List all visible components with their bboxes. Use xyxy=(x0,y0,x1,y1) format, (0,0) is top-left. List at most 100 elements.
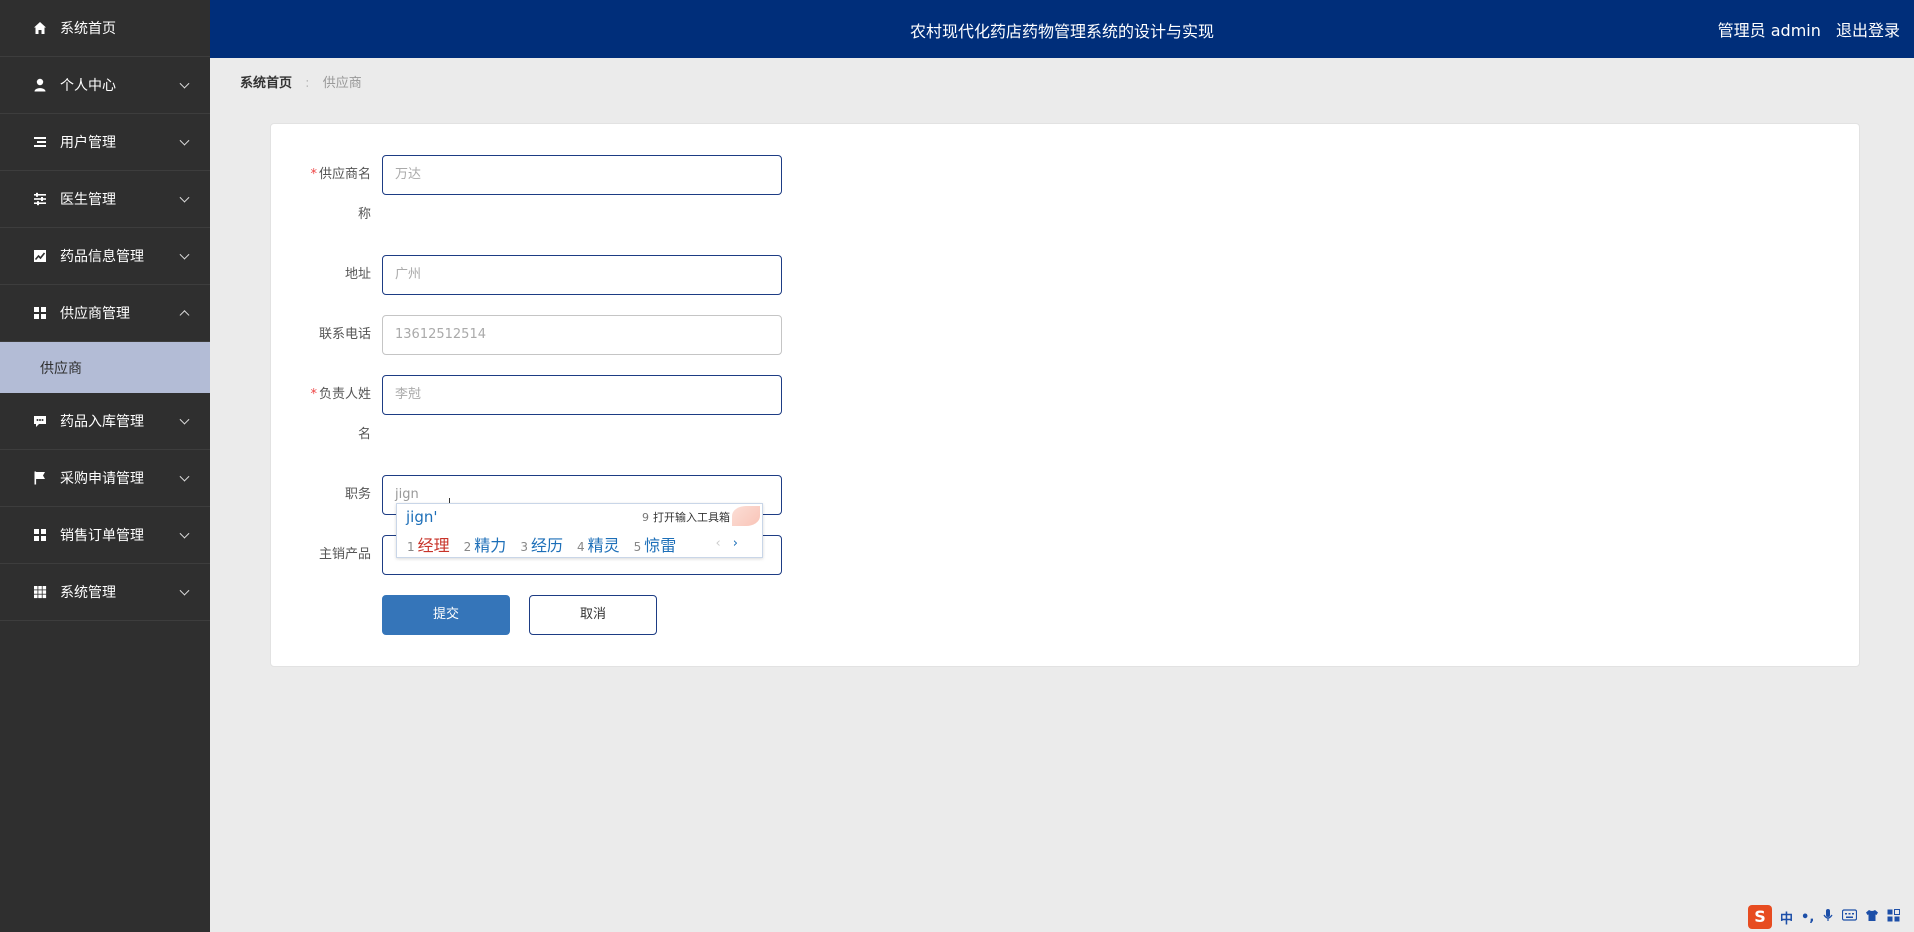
toolbox-grid-icon[interactable] xyxy=(1887,908,1901,926)
address-label: 地址 xyxy=(344,267,371,282)
breadcrumb: 系统首页 : 供应商 xyxy=(240,72,362,91)
phone-input[interactable]: 13612512514 xyxy=(382,315,782,355)
sidebar-item-profile[interactable]: 个人中心 xyxy=(0,57,210,114)
sidebar-item-stock-in[interactable]: 药品入库管理 xyxy=(0,393,210,450)
required-mark: * xyxy=(310,167,317,182)
ime-toolbox-link[interactable]: 9 打开输入工具箱 xyxy=(642,509,730,525)
ime-candidate-num: 4 xyxy=(576,540,585,554)
sidebar-item-label: 供应商管理 xyxy=(60,306,130,322)
cancel-button[interactable]: 取消 xyxy=(529,595,657,635)
ime-candidate[interactable]: 5 惊雷 xyxy=(634,532,677,556)
ime-candidate[interactable]: 1 经理 xyxy=(407,532,450,556)
submit-button[interactable]: 提交 xyxy=(382,595,510,635)
ime-prev-icon[interactable]: ‹ xyxy=(715,536,720,551)
breadcrumb-current: 供应商 xyxy=(322,76,362,91)
list-icon xyxy=(32,134,48,150)
chevron-down-icon xyxy=(179,249,190,260)
ime-candidate-window: jign' 9 打开输入工具箱 1 经理 2 精力 3 经历 4 精灵 5 惊雷 ‹ › xyxy=(396,503,763,558)
ime-candidate[interactable]: 2 精力 xyxy=(464,532,507,556)
ime-next-icon[interactable]: › xyxy=(733,536,738,551)
ime-candidate-text: 经理 xyxy=(417,536,450,555)
sidebar: 系统首页 个人中心 用户管理 医生管理 药品信息管理 供应商管理 供应商 药品入… xyxy=(0,0,210,932)
chevron-down-icon xyxy=(179,78,190,89)
required-mark: * xyxy=(310,387,317,402)
chevron-down-icon xyxy=(179,471,190,482)
address-input[interactable]: 广州 xyxy=(382,255,782,295)
sogou-logo-icon[interactable]: S xyxy=(1748,905,1772,929)
contact-name-label-text: 负责人姓 xyxy=(318,387,371,402)
contact-name-label-line2: 名 xyxy=(357,427,371,442)
ime-lang-toggle[interactable]: 中 xyxy=(1780,908,1793,927)
ime-candidate[interactable]: 3 经历 xyxy=(520,532,563,556)
ime-brand-mark-icon xyxy=(732,506,760,526)
ime-candidates: 1 经理 2 精力 3 经历 4 精灵 5 惊雷 xyxy=(407,532,690,556)
sidebar-item-label: 系统首页 xyxy=(60,21,116,37)
top-header: 农村现代化药店药物管理系统的设计与实现 管理员 admin 退出登录 xyxy=(210,0,1914,58)
chat-icon xyxy=(32,413,48,429)
microphone-icon[interactable] xyxy=(1822,908,1834,926)
sidebar-item-label: 采购申请管理 xyxy=(60,471,144,487)
sidebar-item-home[interactable]: 系统首页 xyxy=(0,0,210,57)
ime-candidate-num: 5 xyxy=(633,540,642,554)
skin-shirt-icon[interactable] xyxy=(1865,909,1879,926)
ime-punct-toggle[interactable]: •, xyxy=(1801,910,1814,925)
app-title: 农村现代化药店药物管理系统的设计与实现 xyxy=(909,22,1214,41)
supplier-name-label-line2: 称 xyxy=(357,207,371,222)
home-icon xyxy=(32,20,48,36)
ime-candidate-text: 精力 xyxy=(474,536,507,555)
chevron-up-icon xyxy=(179,310,190,321)
sidebar-item-system[interactable]: 系统管理 xyxy=(0,564,210,621)
sidebar-item-doctors[interactable]: 医生管理 xyxy=(0,171,210,228)
chevron-down-icon xyxy=(179,585,190,596)
ime-candidate-num: 1 xyxy=(407,540,415,554)
user-icon xyxy=(32,77,48,93)
grid-icon xyxy=(32,305,48,321)
ime-toolbox-num: 9 xyxy=(642,511,649,524)
ime-candidate[interactable]: 4 精灵 xyxy=(577,532,620,556)
position-label: 职务 xyxy=(344,487,371,502)
sidebar-item-label: 医生管理 xyxy=(60,192,116,208)
contact-name-input[interactable]: 李尅 xyxy=(382,375,782,415)
breadcrumb-separator: : xyxy=(305,76,310,91)
sidebar-item-suppliers[interactable]: 供应商管理 xyxy=(0,285,210,342)
phone-label: 联系电话 xyxy=(318,327,371,342)
flag-icon xyxy=(32,470,48,486)
supplier-name-label: * 供应商名 称 xyxy=(301,155,371,223)
sidebar-item-label: 销售订单管理 xyxy=(60,528,144,544)
ime-tray: S 中 •, xyxy=(1742,902,1914,932)
ime-candidate-num: 2 xyxy=(463,540,472,554)
contact-name-label: * 负责人姓 名 xyxy=(301,375,371,443)
main-product-label: 主销产品 xyxy=(318,547,371,562)
grid-icon xyxy=(32,527,48,543)
user-label: 管理员 admin xyxy=(1717,21,1821,40)
ime-toolbox-label: 打开输入工具箱 xyxy=(653,511,730,524)
ime-candidate-text: 经历 xyxy=(530,536,563,555)
sidebar-item-sales[interactable]: 销售订单管理 xyxy=(0,507,210,564)
supplier-name-input[interactable]: 万达 xyxy=(382,155,782,195)
table-icon xyxy=(32,584,48,600)
ime-candidate-text: 精灵 xyxy=(587,536,620,555)
chevron-down-icon xyxy=(179,135,190,146)
sidebar-subitem-label: 供应商 xyxy=(40,360,82,377)
ime-candidate-text: 惊雷 xyxy=(644,536,677,555)
sidebar-item-purchase[interactable]: 采购申请管理 xyxy=(0,450,210,507)
sidebar-item-label: 系统管理 xyxy=(60,585,116,601)
chart-icon xyxy=(32,248,48,264)
sidebar-item-users[interactable]: 用户管理 xyxy=(0,114,210,171)
sidebar-item-drug-info[interactable]: 药品信息管理 xyxy=(0,228,210,285)
supplier-form-card: * 供应商名 称 万达 地址 广州 联系电话 13612512514 * 负责人姓 … xyxy=(270,123,1860,667)
chevron-down-icon xyxy=(179,192,190,203)
sidebar-item-label: 个人中心 xyxy=(60,78,116,94)
sliders-icon xyxy=(32,191,48,207)
sidebar-subitem-supplier[interactable]: 供应商 xyxy=(0,342,210,393)
keyboard-icon[interactable] xyxy=(1842,909,1858,925)
chevron-down-icon xyxy=(179,414,190,425)
sidebar-item-label: 用户管理 xyxy=(60,135,116,151)
supplier-name-label-text: 供应商名 xyxy=(318,167,371,182)
user-area: 管理员 admin 退出登录 xyxy=(1708,17,1900,41)
breadcrumb-home[interactable]: 系统首页 xyxy=(240,76,292,91)
logout-button[interactable]: 退出登录 xyxy=(1836,21,1900,40)
ime-candidate-num: 3 xyxy=(520,540,528,554)
ime-page-arrows: ‹ › xyxy=(715,536,738,551)
ime-composition: jign' xyxy=(406,508,438,526)
